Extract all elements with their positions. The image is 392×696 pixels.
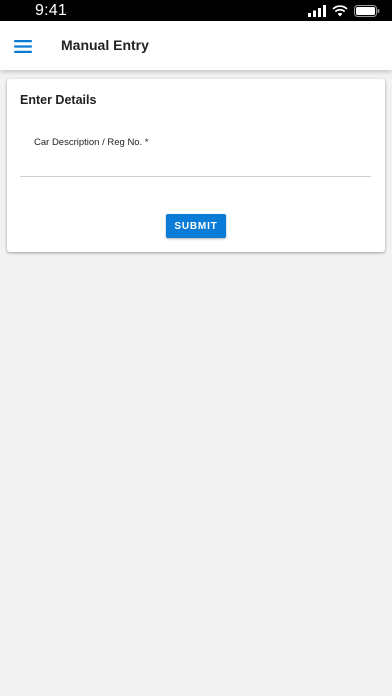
battery-icon [354, 5, 380, 17]
app-bar: Manual Entry [0, 21, 392, 70]
page-title: Manual Entry [61, 37, 149, 53]
wifi-icon [332, 5, 348, 17]
signal-icon [308, 5, 326, 17]
menu-button[interactable] [8, 31, 38, 61]
car-description-input[interactable] [20, 153, 371, 177]
enter-details-card: Enter Details Car Description / Reg No. … [7, 79, 385, 252]
menu-icon [14, 39, 32, 53]
car-description-label: Car Description / Reg No. * [34, 137, 149, 148]
status-bar: 9:41 [0, 0, 392, 21]
status-icons [308, 4, 380, 18]
card-heading: Enter Details [20, 93, 97, 107]
status-time: 9:41 [35, 2, 67, 19]
submit-button[interactable]: SUBMIT [166, 214, 226, 238]
